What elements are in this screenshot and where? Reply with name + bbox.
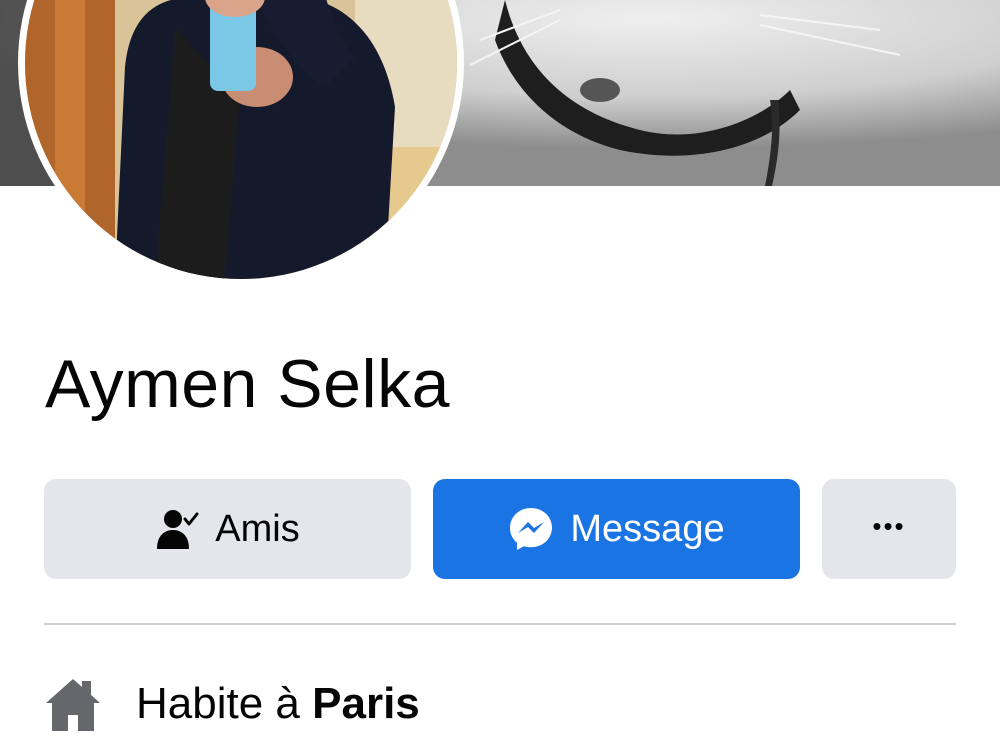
lives-in-prefix: Habite à xyxy=(136,679,300,728)
avatar[interactable] xyxy=(25,0,457,279)
message-button[interactable]: Message xyxy=(433,479,800,579)
lives-in-text: Habite à Paris xyxy=(136,679,420,729)
avatar-image xyxy=(25,0,457,279)
intro-lives-in: Habite à Paris xyxy=(44,672,420,736)
profile-page: Aymen Selka Amis Message ••• Habite à Pa… xyxy=(0,0,1000,750)
lives-in-city[interactable]: Paris xyxy=(312,679,420,728)
profile-name: Aymen Selka xyxy=(45,346,450,422)
friends-button[interactable]: Amis xyxy=(44,479,411,579)
person-check-icon xyxy=(155,507,199,551)
more-options-button[interactable]: ••• xyxy=(822,479,956,579)
section-divider xyxy=(44,623,956,625)
messenger-icon xyxy=(508,506,554,552)
more-dots-icon: ••• xyxy=(872,510,906,541)
home-icon xyxy=(44,675,102,733)
message-button-label: Message xyxy=(570,507,725,550)
friends-button-label: Amis xyxy=(215,507,300,550)
